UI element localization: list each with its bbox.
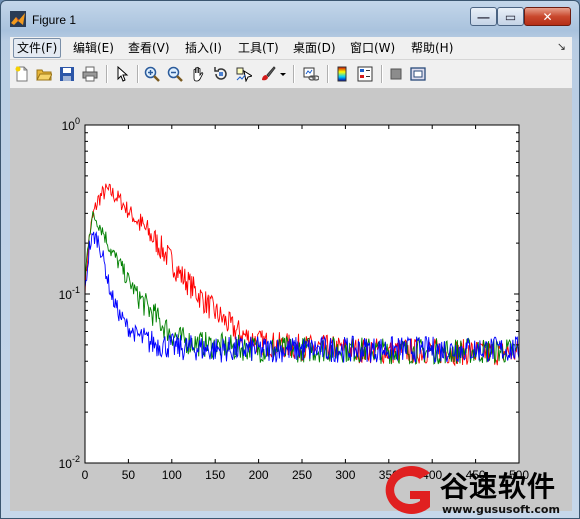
figure-area: 0 50 100 150 200 250 300 350 400 450 500 100 10-1 10-…	[10, 89, 572, 511]
brush-dropdown-icon[interactable]	[278, 65, 288, 83]
print-icon[interactable]	[81, 65, 99, 83]
minimize-icon: —	[477, 9, 490, 24]
watermark-text: 谷速软件	[440, 470, 557, 503]
x-tick-label: 150	[205, 468, 225, 482]
semilogy-chart[interactable]: 0 50 100 150 200 250 300 350 400 450 50010010-110-…	[10, 89, 572, 511]
data-cursor-icon[interactable]	[235, 65, 253, 83]
menu-window[interactable]: 窗口(W)	[347, 39, 398, 57]
x-tick-label: 100	[162, 468, 182, 482]
colorbar-icon[interactable]	[333, 65, 351, 83]
rotate-3d-icon[interactable]	[212, 65, 230, 83]
menu-help[interactable]: 帮助(H)	[408, 39, 456, 57]
link-plot-icon[interactable]	[302, 65, 320, 83]
menu-desktop[interactable]: 桌面(D)	[290, 39, 339, 57]
window-title: Figure 1	[32, 13, 77, 27]
matlab-logo-icon	[10, 11, 26, 27]
watermark-logo-icon	[385, 466, 430, 514]
new-figure-icon[interactable]	[13, 65, 31, 83]
menu-insert[interactable]: 插入(I)	[182, 39, 225, 57]
minimize-button[interactable]: —	[470, 7, 497, 26]
toolbar-separator	[137, 65, 139, 83]
title-bar[interactable]: Figure 1 — ▭ ✕	[1, 1, 579, 35]
plot-area	[85, 125, 519, 463]
x-tick-label: 0	[82, 468, 89, 482]
zoom-out-icon[interactable]	[166, 65, 184, 83]
y-tick-label: 100	[62, 116, 80, 133]
close-icon: ✕	[542, 9, 553, 24]
close-button[interactable]: ✕	[524, 7, 571, 26]
toolbar-separator	[327, 65, 329, 83]
figure-window: Figure 1 — ▭ ✕ 文件(F) 编辑(E) 查看(V) 插入(I) 工…	[0, 0, 580, 519]
maximize-icon: ▭	[504, 9, 517, 24]
edit-plot-arrow-icon[interactable]	[113, 65, 131, 83]
maximize-button[interactable]: ▭	[497, 7, 524, 26]
save-icon[interactable]	[58, 65, 76, 83]
menu-overflow-icon[interactable]: ↘	[557, 40, 566, 53]
y-tick-label: 10-1	[59, 285, 80, 302]
x-tick-label: 200	[249, 468, 269, 482]
y-tick-label: 10-2	[59, 454, 80, 471]
toolbar-separator	[293, 65, 295, 83]
menu-edit[interactable]: 编辑(E)	[70, 39, 117, 57]
hide-plot-tools-icon[interactable]	[387, 65, 405, 83]
menu-file[interactable]: 文件(F)	[13, 38, 62, 58]
menu-tools[interactable]: 工具(T)	[235, 39, 282, 57]
menu-bar: 文件(F) 编辑(E) 查看(V) 插入(I) 工具(T) 桌面(D) 窗口(W…	[10, 37, 572, 60]
open-file-icon[interactable]	[35, 65, 53, 83]
watermark-url: www.gususoft.com	[442, 503, 560, 516]
toolbar-separator	[106, 65, 108, 83]
figure-toolbar	[10, 60, 572, 89]
menu-view[interactable]: 查看(V)	[125, 39, 173, 57]
zoom-in-icon[interactable]	[143, 65, 161, 83]
brush-icon[interactable]	[259, 65, 277, 83]
x-tick-label: 250	[292, 468, 312, 482]
watermark: 谷速软件 www.gususoft.com	[382, 463, 578, 517]
show-plot-tools-icon[interactable]	[409, 65, 427, 83]
legend-icon[interactable]	[356, 65, 374, 83]
pan-hand-icon[interactable]	[189, 65, 207, 83]
toolbar-separator	[381, 65, 383, 83]
x-tick-label: 300	[335, 468, 355, 482]
x-tick-label: 50	[122, 468, 136, 482]
